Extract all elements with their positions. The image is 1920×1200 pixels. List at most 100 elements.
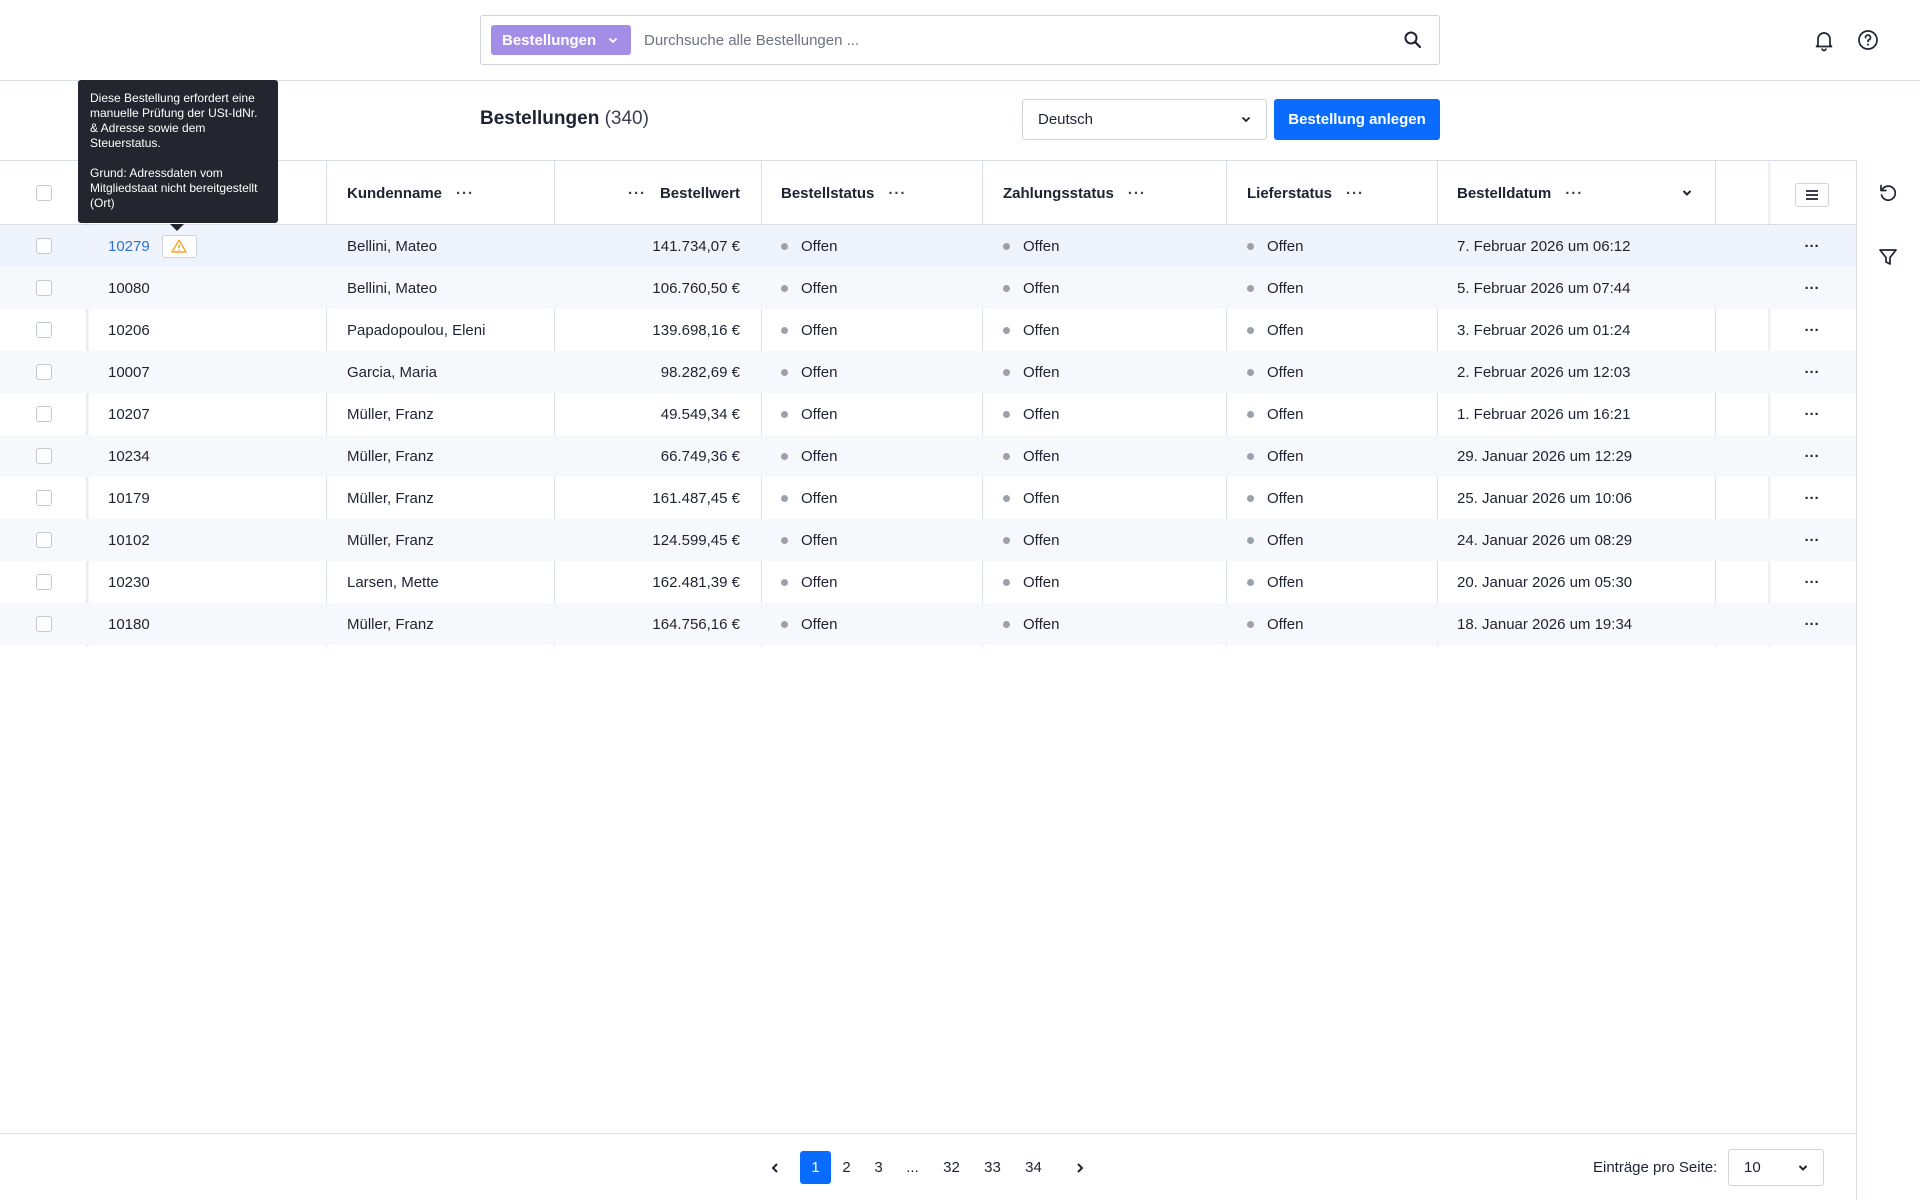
order-value: 106.760,50 € <box>652 279 740 297</box>
order-status: Offen <box>781 477 837 519</box>
warning-icon <box>171 239 187 253</box>
warning-badge[interactable] <box>161 234 197 258</box>
column-settings-button[interactable] <box>1795 183 1829 207</box>
status-dot-icon <box>1247 536 1254 544</box>
order-status-label: Offen <box>801 237 838 255</box>
chevron-right-icon[interactable] <box>1074 1162 1086 1174</box>
filter-icon[interactable] <box>1877 246 1899 268</box>
column-menu-icon[interactable]: ··· <box>456 185 474 202</box>
page-button[interactable]: 34 <box>1018 1151 1049 1184</box>
column-menu-icon[interactable]: ··· <box>628 185 646 202</box>
payment-status: Offen <box>1003 519 1059 561</box>
column-menu-icon[interactable]: ··· <box>1565 185 1583 202</box>
page-button[interactable]: 3 <box>863 1151 894 1184</box>
row-actions-icon[interactable]: ··· <box>1800 477 1824 519</box>
row-actions-icon[interactable]: ··· <box>1800 309 1824 351</box>
table-row[interactable]: 10180 Müller, Franz 164.756,16 € Offen Offen… <box>0 603 1856 645</box>
row-checkbox[interactable] <box>36 448 52 464</box>
row-checkbox[interactable] <box>36 280 52 296</box>
order-id-cell: 10080 <box>108 267 150 309</box>
column-header-kundenname[interactable]: Kundenname ··· <box>347 161 474 225</box>
row-checkbox[interactable] <box>36 406 52 422</box>
table-row[interactable]: 10279 Bellini, Mateo 141.734,07 € Offen Offe… <box>0 225 1856 267</box>
order-value: 164.756,16 € <box>652 615 740 633</box>
payment-status: Offen <box>1003 309 1059 351</box>
create-order-button[interactable]: Bestellung anlegen <box>1274 99 1440 140</box>
table-row[interactable]: 10234 Müller, Franz 66.749,36 € Offen Offen O… <box>0 435 1856 477</box>
page-button[interactable]: 33 <box>977 1151 1008 1184</box>
row-actions-icon[interactable]: ··· <box>1800 393 1824 435</box>
column-menu-icon[interactable]: ··· <box>1128 185 1146 202</box>
row-actions-icon[interactable]: ··· <box>1800 267 1824 309</box>
table-row[interactable]: 10206 Papadopoulou, Eleni 139.698,16 € Offe… <box>0 309 1856 351</box>
status-dot-icon <box>781 242 788 250</box>
order-status-label: Offen <box>801 447 838 465</box>
column-header-bestellwert[interactable]: ··· Bestellwert <box>554 161 740 225</box>
table-row[interactable]: 10007 Garcia, Maria 98.282,69 € Offen Offen O… <box>0 351 1856 393</box>
column-header-bestellstatus[interactable]: Bestellstatus ··· <box>781 161 906 225</box>
status-dot-icon <box>1247 326 1254 334</box>
row-checkbox[interactable] <box>36 490 52 506</box>
page-button[interactable]: 32 <box>936 1151 967 1184</box>
delivery-status: Offen <box>1247 603 1303 645</box>
select-all-checkbox[interactable] <box>36 185 52 201</box>
table-row[interactable]: 10179 Müller, Franz 161.487,45 € Offen Offen… <box>0 477 1856 519</box>
row-actions-icon[interactable]: ··· <box>1800 603 1824 645</box>
status-dot-icon <box>1003 368 1010 376</box>
order-status: Offen <box>781 267 837 309</box>
reset-icon[interactable] <box>1877 182 1899 204</box>
order-date: 20. Januar 2026 um 05:30 <box>1457 573 1633 591</box>
row-checkbox[interactable] <box>36 238 52 254</box>
order-status-label: Offen <box>801 405 838 423</box>
customer-name: Müller, Franz <box>347 531 434 549</box>
column-header-bestelldatum[interactable]: Bestelldatum ··· <box>1457 161 1583 225</box>
search-icon[interactable] <box>1403 30 1423 50</box>
table-row[interactable]: 10080 Bellini, Mateo 106.760,50 € Offen Offe… <box>0 267 1856 309</box>
order-date: 18. Januar 2026 um 19:34 <box>1457 615 1633 633</box>
row-actions-icon[interactable]: ··· <box>1800 435 1824 477</box>
order-date: 24. Januar 2026 um 08:29 <box>1457 531 1633 549</box>
order-id: 10102 <box>108 531 150 549</box>
column-header-label: Zahlungsstatus <box>1003 184 1114 202</box>
chevron-left-icon[interactable] <box>769 1162 781 1174</box>
table-row[interactable]: 10207 Müller, Franz 49.549,34 € Offen Offen O… <box>0 393 1856 435</box>
delivery-status: Offen <box>1247 435 1303 477</box>
customer-name: Bellini, Mateo <box>347 237 438 255</box>
row-actions-icon[interactable]: ··· <box>1800 351 1824 393</box>
row-actions-icon[interactable]: ··· <box>1800 561 1824 603</box>
help-icon[interactable] <box>1856 28 1880 52</box>
order-id: 10230 <box>108 573 150 591</box>
row-actions-icon[interactable]: ··· <box>1800 519 1824 561</box>
table-row[interactable]: 10102 Müller, Franz 124.599,45 € Offen Offen… <box>0 519 1856 561</box>
row-actions-icon[interactable]: ··· <box>1800 225 1824 267</box>
row-checkbox[interactable] <box>36 574 52 590</box>
page-button[interactable]: 1 <box>800 1151 831 1184</box>
row-checkbox[interactable] <box>36 322 52 338</box>
order-id-cell: 10179 <box>108 477 150 519</box>
row-checkbox[interactable] <box>36 616 52 632</box>
payment-status: Offen <box>1003 225 1059 267</box>
search-scope-dropdown[interactable]: Bestellungen <box>491 25 631 55</box>
bell-icon[interactable] <box>1812 28 1836 52</box>
per-page-select[interactable]: 10 <box>1728 1149 1824 1186</box>
order-status: Offen <box>781 435 837 477</box>
sort-desc-icon[interactable] <box>1681 187 1693 199</box>
row-checkbox[interactable] <box>36 532 52 548</box>
column-header-zahlungsstatus[interactable]: Zahlungsstatus ··· <box>1003 161 1146 225</box>
language-select[interactable]: Deutsch <box>1022 99 1267 140</box>
row-checkbox[interactable] <box>36 364 52 380</box>
order-status: Offen <box>781 309 837 351</box>
column-menu-icon[interactable]: ··· <box>1346 185 1364 202</box>
order-status-label: Offen <box>801 531 838 549</box>
table-row[interactable]: 10230 Larsen, Mette 162.481,39 € Offen Offen… <box>0 561 1856 603</box>
column-header-lieferstatus[interactable]: Lieferstatus ··· <box>1247 161 1364 225</box>
order-id: 10207 <box>108 405 150 423</box>
column-menu-icon[interactable]: ··· <box>888 185 906 202</box>
customer-name: Papadopoulou, Eleni <box>347 321 486 339</box>
order-status: Offen <box>781 519 837 561</box>
search-input[interactable] <box>644 25 1384 55</box>
order-value: 66.749,36 € <box>660 447 740 465</box>
order-id-link[interactable]: 10279 <box>108 238 150 255</box>
page-button[interactable]: 2 <box>831 1151 862 1184</box>
order-value: 161.487,45 € <box>652 489 740 507</box>
